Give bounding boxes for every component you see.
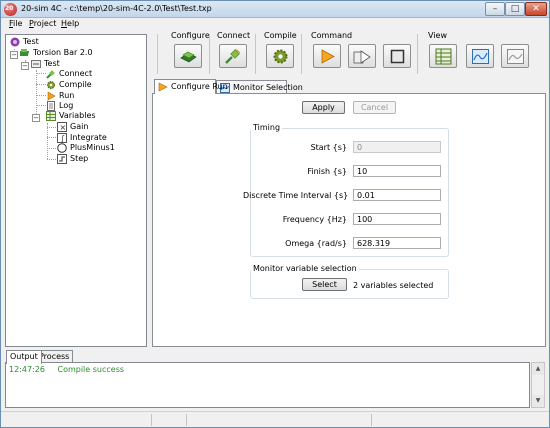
toolbar-group-compile: Compile [264,31,297,40]
stop-icon [390,49,405,64]
apply-button[interactable]: Apply [302,101,345,114]
toolbar-group-view: View [428,31,447,40]
frequency-input[interactable] [353,213,441,225]
maximize-button[interactable]: □ [505,2,525,16]
configure-board-icon [180,51,197,63]
selected-variables-text: 2 variables selected [353,281,434,290]
play-icon [321,49,335,64]
toolbar-group-connect: Connect [217,31,251,40]
compile-button[interactable] [266,44,294,68]
connect-plug-icon [46,70,55,79]
compile-gear-icon [273,49,288,64]
view-monitor-icon [472,49,489,64]
omega-input[interactable] [353,237,441,249]
monitor-run-icon [353,50,371,64]
configure-button[interactable] [174,44,202,68]
timing-group-title: Timing [251,123,283,132]
menu-bar: File Project Help [1,18,549,31]
svg-text:×: × [60,123,67,132]
view-plot-icon [507,49,524,64]
view-tree-button[interactable] [429,44,457,68]
start-label: Start {s} [310,143,347,152]
stop-button[interactable] [383,44,411,68]
app-window: 20-sim 4C - c:\temp\20-sim-4C-2.0\Test\T… [0,0,550,428]
step-block-icon [57,154,67,164]
connect-plug-icon [225,48,241,64]
menu-file[interactable]: File [9,19,22,28]
menu-help[interactable]: Help [61,19,79,28]
log-page-icon [47,101,55,111]
integrate-block-icon: ∫ [57,133,67,143]
frequency-label: Frequency {Hz} [282,215,347,224]
run-button[interactable] [313,44,341,68]
toolbar-group-command: Command [311,31,353,40]
finish-label: Finish {s} [307,167,347,176]
plusminus-circle-icon [57,143,67,153]
play-icon [158,82,168,92]
view-tree-icon [435,48,452,65]
finish-input[interactable] [353,165,441,177]
view-monitor-button[interactable] [466,44,494,68]
menu-project[interactable]: Project [29,19,56,28]
discrete-interval-label: Discrete Time Interval {s} [243,191,349,200]
compile-gear-icon [47,81,55,89]
tab-configure-run[interactable]: Configure Run [154,79,228,94]
model-icon [31,60,41,68]
expander-target[interactable]: − [10,51,18,59]
run-monitor-button[interactable] [348,44,376,68]
minimize-button[interactable]: – [485,2,505,16]
gain-block-icon: × [57,122,67,132]
log-message: Compile success [57,365,125,374]
play-icon [47,91,56,101]
monitor-group-title: Monitor variable selection [251,264,359,273]
expander-variables[interactable]: − [32,114,40,122]
variables-table-icon [46,111,56,121]
title-bar[interactable]: 20-sim 4C - c:\temp\20-sim-4C-2.0\Test\T… [1,1,549,18]
toolbar-group-configure: Configure [171,31,210,40]
tab-output[interactable]: Output [6,350,42,364]
svg-text:∫: ∫ [61,134,65,143]
view-plot-button[interactable] [501,44,529,68]
project-tree[interactable]: Test − Torsion Bar 2.0 − Test Connect Co… [5,34,147,347]
output-scrollbar[interactable]: ▲ ▼ [531,362,545,408]
omega-label: Omega {rad/s} [285,239,347,248]
select-button[interactable]: Select [302,278,347,291]
app-logo-icon [4,3,17,16]
start-input[interactable] [353,141,441,153]
project-icon [10,37,20,47]
output-log: 12:47:26 Compile success [5,362,530,408]
window-title: 20-sim 4C - c:\temp\20-sim-4C-2.0\Test\T… [21,4,212,13]
target-board-icon [20,49,30,56]
cancel-button[interactable]: Cancel [353,101,396,114]
expander-model[interactable]: − [21,62,29,70]
scroll-down-icon[interactable]: ▼ [532,395,544,407]
scroll-up-icon[interactable]: ▲ [532,363,544,375]
discrete-interval-input[interactable] [353,189,441,201]
log-entry: 12:47:26 Compile success [9,365,124,374]
close-button[interactable]: ✕ [525,2,547,16]
status-bar [1,411,549,427]
log-timestamp: 12:47:26 [9,365,45,374]
connect-button[interactable] [219,44,247,68]
